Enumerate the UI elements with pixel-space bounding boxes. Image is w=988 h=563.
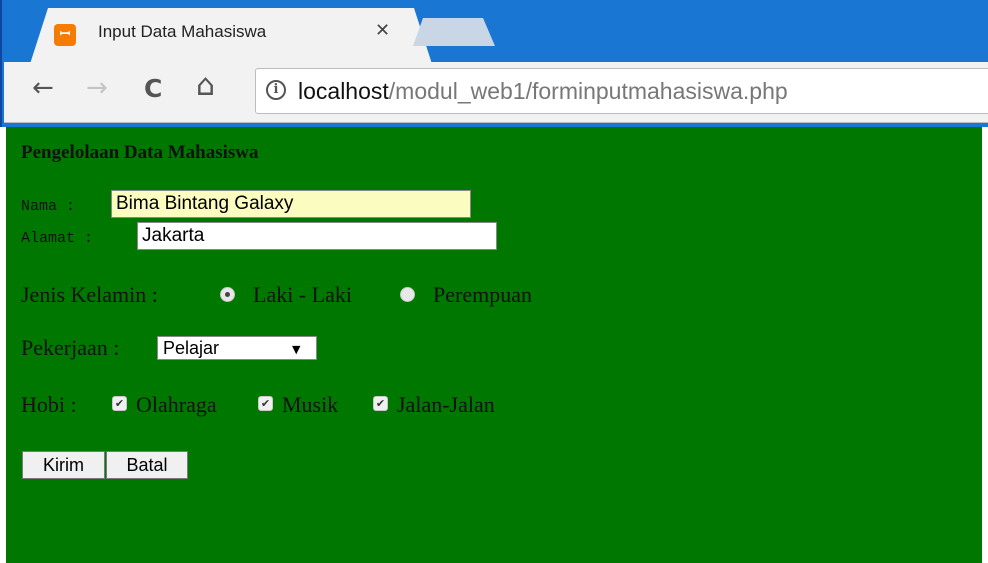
checkbox-musik[interactable]: ✔ <box>258 396 273 411</box>
forward-arrow-icon[interactable]: → <box>86 73 108 103</box>
back-arrow-icon[interactable]: ← <box>32 73 54 103</box>
browser-chrome: ꟷ Input Data Mahasiswa ✕ ← → C ⌂ i local… <box>0 0 988 127</box>
url-host: localhost <box>298 78 389 104</box>
tab-strip: ꟷ Input Data Mahasiswa ✕ <box>2 0 988 64</box>
checkbox-olahraga-label: Olahraga <box>136 392 217 417</box>
alamat-label: Alamat : <box>21 230 94 247</box>
alamat-input[interactable]: Jakarta <box>137 222 497 250</box>
checkbox-jalan-jalan[interactable]: ✔ <box>373 396 388 411</box>
checkbox-musik-label: Musik <box>282 392 339 417</box>
radio-laki-laki[interactable] <box>220 287 235 302</box>
radio-laki-laki-label: Laki - Laki <box>253 282 352 307</box>
nama-label: Nama : <box>21 198 76 215</box>
checkbox-olahraga[interactable]: ✔ <box>112 396 127 411</box>
tab-title: Input Data Mahasiswa <box>98 22 267 41</box>
info-icon[interactable]: i <box>266 80 286 100</box>
hobi-label: Hobi : <box>21 392 77 417</box>
browser-toolbar: ← → C ⌂ i localhost/modul_web1/forminput… <box>4 62 988 123</box>
reload-icon[interactable]: C <box>144 74 162 103</box>
batal-button[interactable]: Batal <box>106 451 188 479</box>
home-icon[interactable]: ⌂ <box>196 68 215 103</box>
xampp-icon: ꟷ <box>54 24 76 46</box>
dropdown-arrow-icon: ▼ <box>292 343 301 356</box>
address-bar[interactable]: i localhost/modul_web1/forminputmahasisw… <box>255 68 988 114</box>
kirim-button[interactable]: Kirim <box>22 451 105 479</box>
url-path: /modul_web1/forminputmahasiswa.php <box>388 78 788 104</box>
new-tab-button[interactable] <box>413 18 495 46</box>
radio-perempuan[interactable] <box>400 287 415 302</box>
close-icon[interactable]: ✕ <box>375 20 390 41</box>
page-title: Pengelolaan Data Mahasiswa <box>21 142 259 163</box>
page-content: Pengelolaan Data Mahasiswa Nama : Bima B… <box>6 127 982 563</box>
pekerjaan-selected-value: Pelajar <box>163 338 220 358</box>
radio-perempuan-label: Perempuan <box>433 282 532 307</box>
checkbox-jalan-jalan-label: Jalan-Jalan <box>397 392 495 417</box>
jenis-kelamin-label: Jenis Kelamin : <box>21 282 158 307</box>
url-text: localhost/modul_web1/forminputmahasiswa.… <box>298 78 788 105</box>
nama-input[interactable]: Bima Bintang Galaxy <box>111 190 471 218</box>
pekerjaan-select[interactable]: Pelajar ▼ <box>157 336 317 360</box>
pekerjaan-label: Pekerjaan : <box>21 335 120 360</box>
